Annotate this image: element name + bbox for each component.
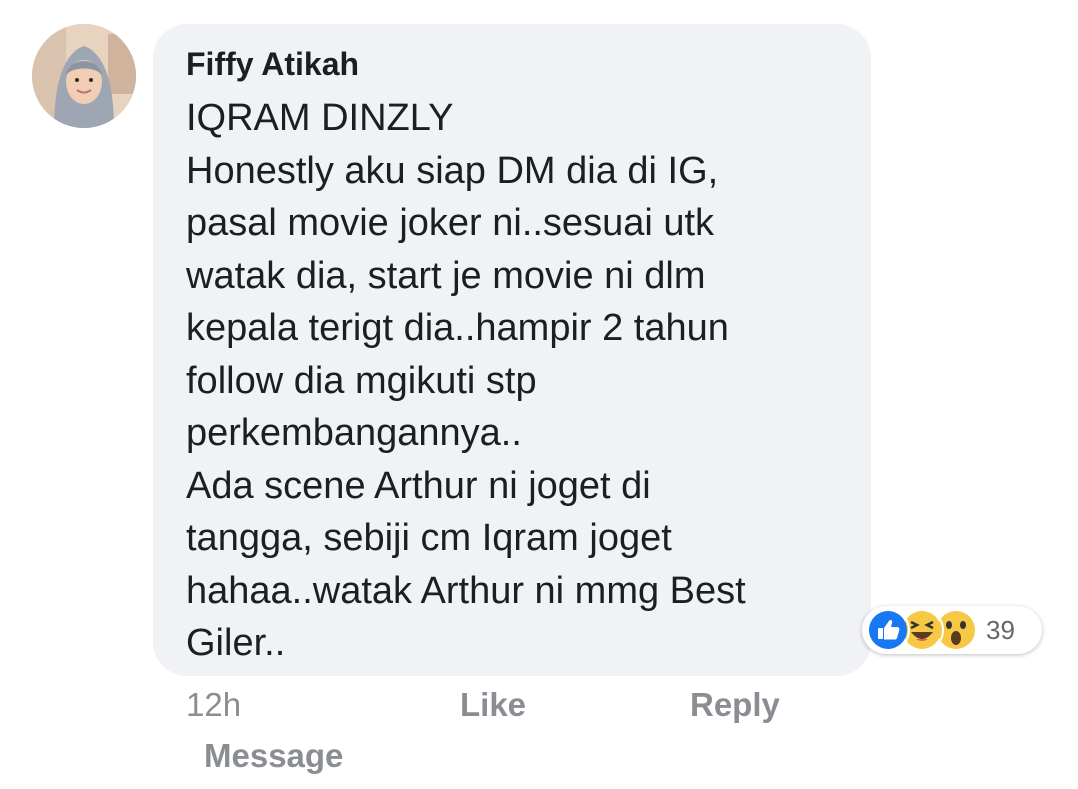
comment-line: follow dia mgikuti stp: [186, 359, 537, 402]
like-button[interactable]: Like: [460, 686, 526, 724]
like-icon: [866, 608, 910, 652]
comment-line: tangga, sebiji cm Iqram joget: [186, 517, 672, 559]
comment-timestamp: 12h: [186, 686, 242, 723]
comment-text: IQRAM DINZLY Honestly aku siap DM dia di…: [186, 92, 746, 670]
message-button[interactable]: Message: [204, 737, 343, 775]
comment-line: Giler..: [186, 622, 286, 664]
reaction-count: 39: [986, 614, 1015, 645]
reactions-summary[interactable]: 39: [862, 606, 1042, 654]
comment-line: Honestly aku siap DM dia di IG,: [186, 149, 719, 192]
comment-line: watak dia, start je movie ni dlm: [186, 254, 706, 297]
reply-button[interactable]: Reply: [690, 686, 780, 724]
comment-line: IQRAM DINZLY: [186, 97, 454, 139]
comment-line: pasal movie joker ni..sesuai utk: [186, 202, 715, 244]
comment-line: kepala terigt dia..hampir 2 tahun: [186, 307, 729, 349]
avatar-photo: [32, 24, 136, 128]
comment-line: hahaa..watak Arthur ni mmg Best: [186, 569, 746, 612]
comment-author[interactable]: Fiffy Atikah: [186, 44, 359, 84]
comment-line: Ada scene Arthur ni joget di: [186, 464, 651, 507]
comment-line: perkembangannya..: [186, 412, 522, 454]
avatar[interactable]: [32, 24, 136, 128]
